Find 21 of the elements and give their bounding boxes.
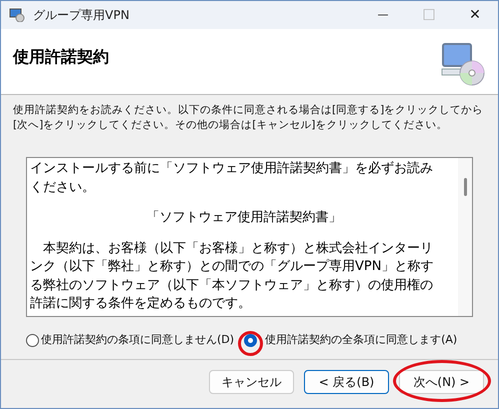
license-text-line: 許諾に関する条件を定めるものです。	[30, 295, 251, 313]
dialog-button[interactable]: 次へ(N) >	[399, 370, 484, 394]
computer-disc-icon	[440, 41, 486, 87]
license-text-line: る弊社のソフトウェア（以下「本ソフトウェア」と称す）の使用権の	[30, 276, 433, 294]
radio-option[interactable]: 使用許諾契約の条項に同意しません(D)	[26, 332, 234, 348]
instructions-text: 使用許諾契約をお読みください。以下の条件に同意される場合は[同意する]をクリックしてから[次へ]をクリックしてください。その他の場合は[キャンセル]をクリックしてください。	[12, 103, 484, 133]
license-heading: 「ソフトウェア使用許諾契約書」	[146, 209, 342, 227]
page-heading: 使用許諾契約	[13, 46, 109, 68]
license-text-line: 本契約は、お客様（以下「お客様」と称す）と株式会社インターリ	[42, 240, 433, 258]
radio-button[interactable]	[26, 334, 39, 346]
dialog-button[interactable]: < 戻る(B)	[304, 370, 389, 394]
computer-disc-icon	[9, 8, 25, 22]
dialog-button[interactable]: キャンセル	[209, 370, 294, 394]
license-text-line: ください。	[30, 178, 95, 196]
radio-option[interactable]: 使用許諾契約の全条項に同意します(A)	[244, 332, 458, 348]
license-text-line: インストールする前に「ソフトウェア使用許諾契約書」を必ずお読み	[30, 160, 433, 178]
window-title: グループ専用VPN	[33, 7, 130, 24]
license-text-line: ンク（以下「弊社」と称す）との間での「グループ専用VPN」と称す	[30, 258, 434, 276]
scrollbar[interactable]	[458, 158, 472, 316]
close-button[interactable]: ✕	[452, 1, 498, 29]
minimize-button[interactable]: —	[360, 1, 406, 29]
